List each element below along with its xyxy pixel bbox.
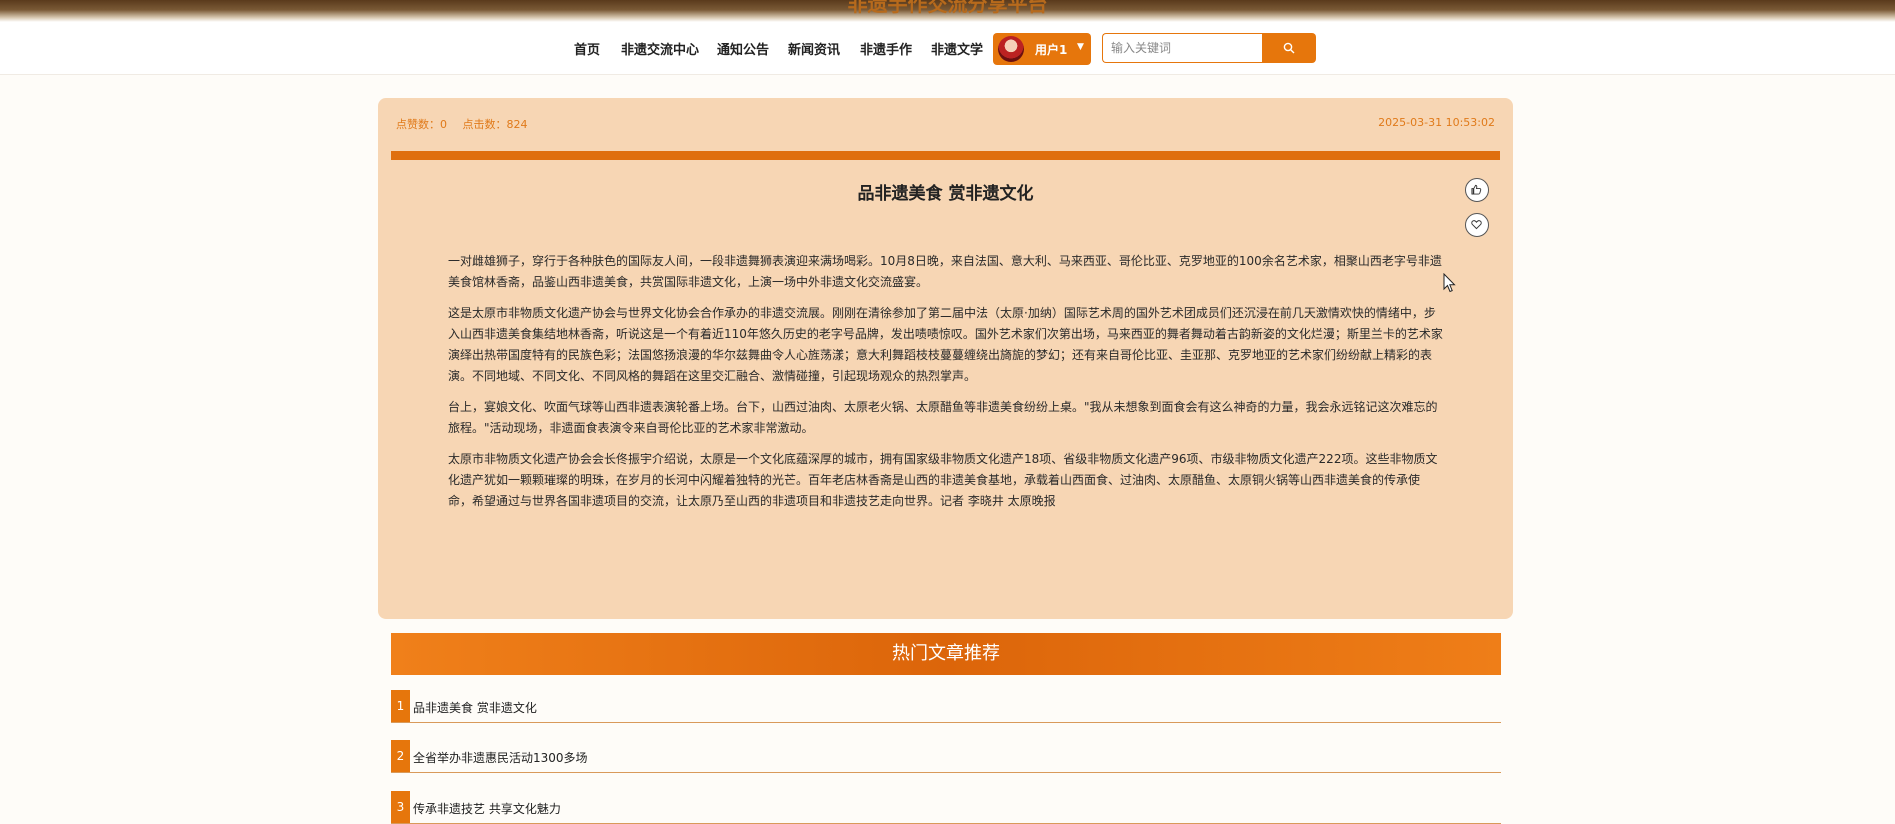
- article-title: 品非遗美食 赏非遗文化: [857, 184, 1034, 204]
- nav-notices[interactable]: 通知公告: [717, 39, 769, 58]
- article-paragraph: 太原市非物质文化遗产协会会长佟振宇介绍说，太原是一个文化底蕴深厚的城市，拥有国家…: [448, 452, 1438, 508]
- like-count: 点赞数：0: [396, 118, 447, 131]
- search-icon: [1283, 42, 1295, 54]
- search-button[interactable]: [1262, 33, 1316, 63]
- like-button[interactable]: [1465, 178, 1489, 202]
- hot-article-item[interactable]: 2 全省举办非遗惠民活动1300多场: [391, 740, 1501, 773]
- top-nav: 首页 非遗交流中心 通知公告 新闻资讯 非遗手作 非遗文学 用户1 ▼: [0, 22, 1895, 75]
- hot-article-item[interactable]: 1 品非遗美食 赏非遗文化: [391, 690, 1501, 723]
- hot-article-title: 传承非遗技艺 共享文化魅力: [413, 802, 561, 816]
- article-paragraph: 台上，宴娘文化、吹面气球等山西非遗表演轮番上场。台下，山西过油肉、太原老火锅、太…: [448, 400, 1438, 435]
- hot-articles-header: 热门文章推荐: [391, 633, 1501, 675]
- mouse-cursor-icon: [1443, 273, 1456, 293]
- hot-article-title: 全省举办非遗惠民活动1300多场: [413, 751, 588, 765]
- click-count: 点击数：824: [462, 118, 528, 131]
- article-card: 点赞数：0 点击数：824 2025-03-31 10:53:02 品非遗美食 …: [378, 98, 1513, 619]
- site-title: 非遗手作交流分享平台: [847, 0, 1048, 16]
- hot-article-title: 品非遗美食 赏非遗文化: [413, 701, 537, 715]
- nav-literature[interactable]: 非遗文学: [931, 39, 983, 58]
- divider-bar: [391, 151, 1500, 160]
- caret-down-icon: ▼: [1077, 42, 1084, 52]
- publish-datetime: 2025-03-31 10:53:02: [1378, 116, 1495, 129]
- hot-article-item[interactable]: 3 传承非遗技艺 共享文化魅力: [391, 791, 1501, 824]
- thumb-up-icon: [1471, 184, 1482, 195]
- rank-badge: 1: [391, 690, 410, 722]
- article-paragraph: 这是太原市非物质文化遗产协会与世界文化协会合作承办的非遗交流展。刚刚在清徐参加了…: [448, 306, 1443, 383]
- nav-heritage-exchange[interactable]: 非遗交流中心: [621, 39, 699, 58]
- article-stats: 点赞数：0 点击数：824: [396, 116, 540, 132]
- avatar: [998, 36, 1024, 62]
- user-menu-button[interactable]: 用户1 ▼: [993, 33, 1091, 65]
- search-input[interactable]: [1102, 33, 1262, 63]
- article-body: 一对雌雄狮子，穿行于各种肤色的国际友人间，一段非遗舞狮表演迎来满场喝彩。10月8…: [448, 251, 1443, 522]
- nav-news[interactable]: 新闻资讯: [788, 39, 840, 58]
- favorite-button[interactable]: [1465, 213, 1489, 237]
- rank-badge: 3: [391, 791, 410, 823]
- header-band: 非遗手作交流分享平台: [0, 0, 1895, 22]
- nav-home[interactable]: 首页: [574, 39, 600, 58]
- user-name: 用户1: [1035, 43, 1068, 57]
- article-paragraph: 一对雌雄狮子，穿行于各种肤色的国际友人间，一段非遗舞狮表演迎来满场喝彩。10月8…: [448, 254, 1442, 289]
- heart-icon: [1471, 220, 1482, 230]
- rank-badge: 2: [391, 740, 410, 772]
- nav-handcraft[interactable]: 非遗手作: [860, 39, 912, 58]
